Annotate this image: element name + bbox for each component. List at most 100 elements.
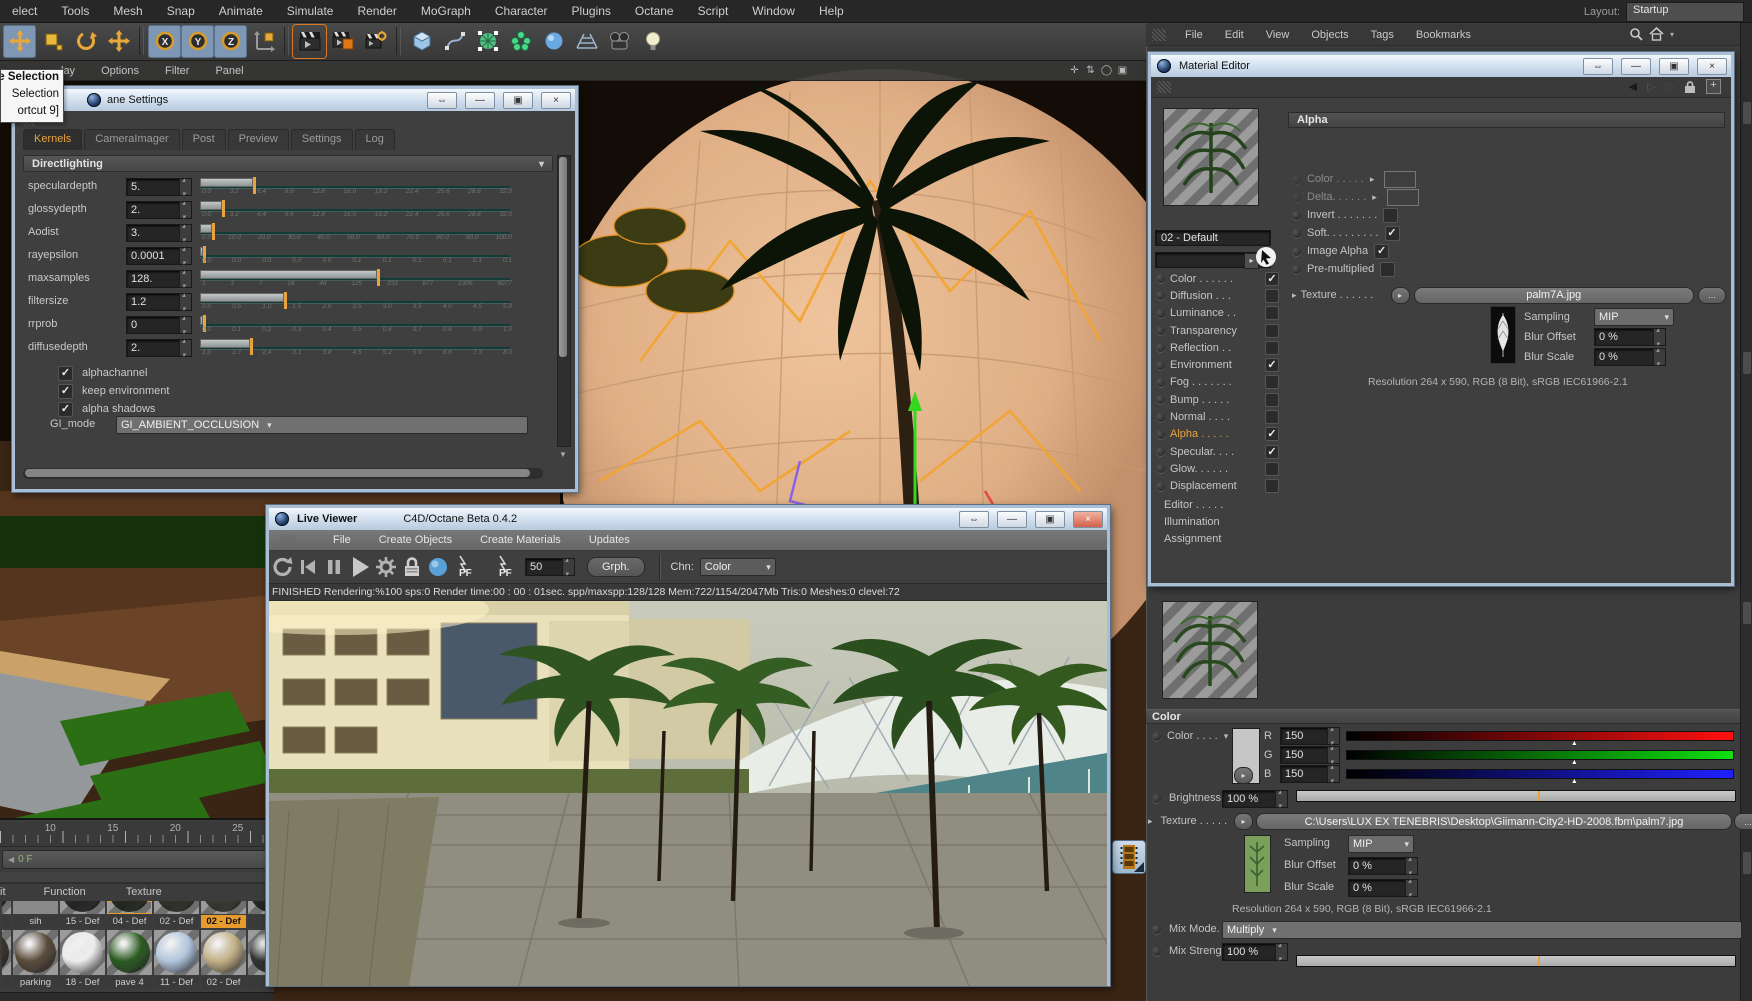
texture-browse-button[interactable]: ... (1734, 813, 1752, 830)
main-menu-item[interactable]: Character (483, 4, 560, 18)
alpha-invert-row[interactable]: Invert . . . . . . .✓ (1292, 206, 1399, 224)
channel-row[interactable]: Alpha . . . . . ✓ (1153, 426, 1285, 443)
right-panel-menu-item[interactable]: Edit (1214, 29, 1255, 41)
blur-offset-input[interactable]: 0 % (1348, 855, 1418, 877)
channel-row[interactable]: Specular. . . . ✓ (1153, 443, 1285, 460)
layout-side-tabs[interactable] (1740, 22, 1752, 1001)
main-menu-item[interactable]: Octane (623, 4, 686, 18)
color-section-header[interactable]: Color (1146, 709, 1740, 724)
parameter-input[interactable]: 2. (126, 337, 192, 359)
add-metaball-icon[interactable] (537, 25, 570, 58)
close-button[interactable]: × (1073, 511, 1103, 528)
parameter-slider[interactable]: 0.0 0.5 1.0 1.5 2.0 2.5 3.0 3.5 4.0 4.5 5.0 (200, 292, 512, 314)
vertical-scrollbar[interactable]: ▼ (557, 155, 571, 459)
channel-row[interactable]: Transparency✓ (1153, 322, 1285, 339)
pan-icon[interactable]: ✛ (1068, 64, 1081, 77)
main-menu-item[interactable]: Snap (155, 4, 207, 18)
viewport-menu-item[interactable]: Filter (152, 65, 202, 77)
rotate-view-icon[interactable]: ◯ (1100, 64, 1113, 77)
alpha-texture-thumbnail[interactable] (1490, 306, 1516, 364)
alpha-texture-field[interactable]: palm7A.jpg (1413, 286, 1694, 304)
main-menu-item[interactable]: elect (0, 4, 49, 18)
material-menu-item[interactable]: Function (44, 886, 86, 898)
alpha-texture-browse-button[interactable]: ... (1698, 286, 1726, 304)
channel-row[interactable]: Normal . . . .✓ (1153, 408, 1285, 425)
octane-checkbox-row[interactable]: ✓ keep environment (58, 382, 169, 400)
channel-row[interactable]: Reflection . .✓ (1153, 339, 1285, 356)
main-menu-item[interactable]: MoGraph (409, 4, 483, 18)
mix-strength-input[interactable]: 100 % (1222, 941, 1288, 963)
render-settings-icon[interactable] (359, 25, 392, 58)
rgb-value-input[interactable]: 150 (1280, 763, 1340, 785)
parameter-input[interactable]: 5. (126, 176, 192, 198)
material-preview-large[interactable] (1162, 601, 1258, 699)
material-thumbnail[interactable]: 02 - Def (201, 930, 246, 990)
z-axis-lock-icon[interactable]: Z (214, 24, 247, 58)
move-tool-icon[interactable] (3, 24, 36, 58)
material-thumbnail[interactable]: 02 - Def (201, 901, 246, 928)
octane-tab[interactable]: Preview (227, 129, 289, 150)
editor-page-row[interactable]: Assignment (1153, 531, 1285, 548)
add-floor-icon[interactable] (570, 25, 603, 58)
rgb-slider[interactable] (1346, 768, 1734, 785)
alpha-blur-scale-input[interactable]: 0 % (1594, 346, 1666, 368)
timeline-ruler[interactable]: 10 15 20 25 (0, 822, 274, 847)
alpha-delta-row[interactable]: Delta. . . . . . ▸ (1292, 188, 1419, 206)
minimize-button[interactable]: — (465, 92, 495, 109)
mix-mode-dropdown[interactable]: Multiply (1222, 921, 1742, 939)
octane-tab[interactable]: Log (354, 129, 395, 150)
scale-tool-icon[interactable] (36, 25, 69, 58)
main-menu-item[interactable]: Render (345, 4, 408, 18)
home-icon[interactable] (1649, 27, 1664, 41)
add-camera-icon[interactable] (603, 25, 636, 58)
frame-back-icon[interactable]: ◀ (8, 855, 14, 864)
texture-thumbnail[interactable] (1244, 835, 1271, 893)
alpha-soft-row[interactable]: Soft. . . . . . . . . ✓ (1292, 224, 1400, 242)
parameter-slider[interactable]: 0.0 3.2 6.4 9.6 12.8 16.0 19.2 22.4 25.6 28.8 32.0 (200, 177, 512, 199)
parameter-slider[interactable]: 0.0 10.0 20.0 30.0 40.0 50.0 60.0 70.0 80.0 90.0 1… (200, 223, 512, 245)
parameter-input[interactable]: 0.0001 (126, 245, 192, 267)
restart-render-icon[interactable] (269, 554, 295, 580)
maximize-button[interactable]: ▣ (1659, 58, 1689, 75)
main-menu-item[interactable]: Tools (49, 4, 101, 18)
panel-collapse-icon[interactable]: ▾ (1670, 30, 1674, 39)
channel-row[interactable]: Diffusion . . .✓ (1153, 287, 1285, 304)
pick-focus-icon[interactable]: PF (451, 554, 477, 580)
add-light-icon[interactable] (636, 25, 669, 58)
brightness-input[interactable]: 100 % (1222, 788, 1288, 810)
play-icon[interactable] (347, 554, 373, 580)
octane-tab[interactable]: CameraImager (84, 129, 180, 150)
blur-scale-input[interactable]: 0 % (1348, 877, 1418, 899)
search-icon[interactable] (1629, 27, 1643, 41)
main-menu-item[interactable]: Mesh (101, 4, 154, 18)
material-name-field[interactable]: 02 - Default (1155, 230, 1271, 246)
live-viewer-menu-item[interactable]: Updates (575, 534, 644, 546)
add-generator-icon[interactable] (471, 25, 504, 58)
sampling-dropdown[interactable]: MIP (1348, 835, 1414, 853)
parameter-input[interactable]: 0 (126, 314, 192, 336)
parameter-input[interactable]: 128. (126, 268, 192, 290)
detach-window-button[interactable]: ⇔ (1583, 58, 1613, 75)
toolbar-grip[interactable] (1157, 81, 1171, 93)
rgb-value-input[interactable]: 150 (1280, 725, 1340, 747)
channel-row[interactable]: Fog . . . . . . .✓ (1153, 374, 1285, 391)
material-editor-titlebar[interactable]: Material Editor ⇔ — ▣ × (1151, 55, 1731, 77)
alpha-blur-offset-input[interactable]: 0 % (1594, 326, 1666, 348)
main-menu-item[interactable]: Help (807, 4, 856, 18)
rotate-tool-icon[interactable] (69, 25, 102, 58)
right-panel-menu-item[interactable]: Objects (1300, 29, 1359, 41)
toggle-view-icon[interactable]: ▣ (1116, 64, 1129, 77)
alpha-color-row[interactable]: Color . . . . . ▸ (1292, 170, 1417, 188)
material-preview[interactable] (1163, 108, 1259, 206)
rendered-image[interactable] (269, 601, 1107, 986)
main-menu-item[interactable]: Animate (207, 4, 275, 18)
y-axis-lock-icon[interactable]: Y (181, 24, 214, 58)
octane-checkbox-row[interactable]: ✓ alphachannel (58, 364, 169, 382)
render-to-picture-viewer-icon[interactable] (326, 25, 359, 58)
panel-grip[interactable] (1152, 28, 1166, 41)
render-queue-icon[interactable] (1112, 840, 1146, 874)
live-viewer-menu-item[interactable]: Create Objects (365, 534, 466, 546)
minimize-button[interactable]: — (1621, 58, 1651, 75)
mix-strength-slider[interactable] (1296, 955, 1736, 967)
channel-row[interactable]: Bump . . . . .✓ (1153, 391, 1285, 408)
